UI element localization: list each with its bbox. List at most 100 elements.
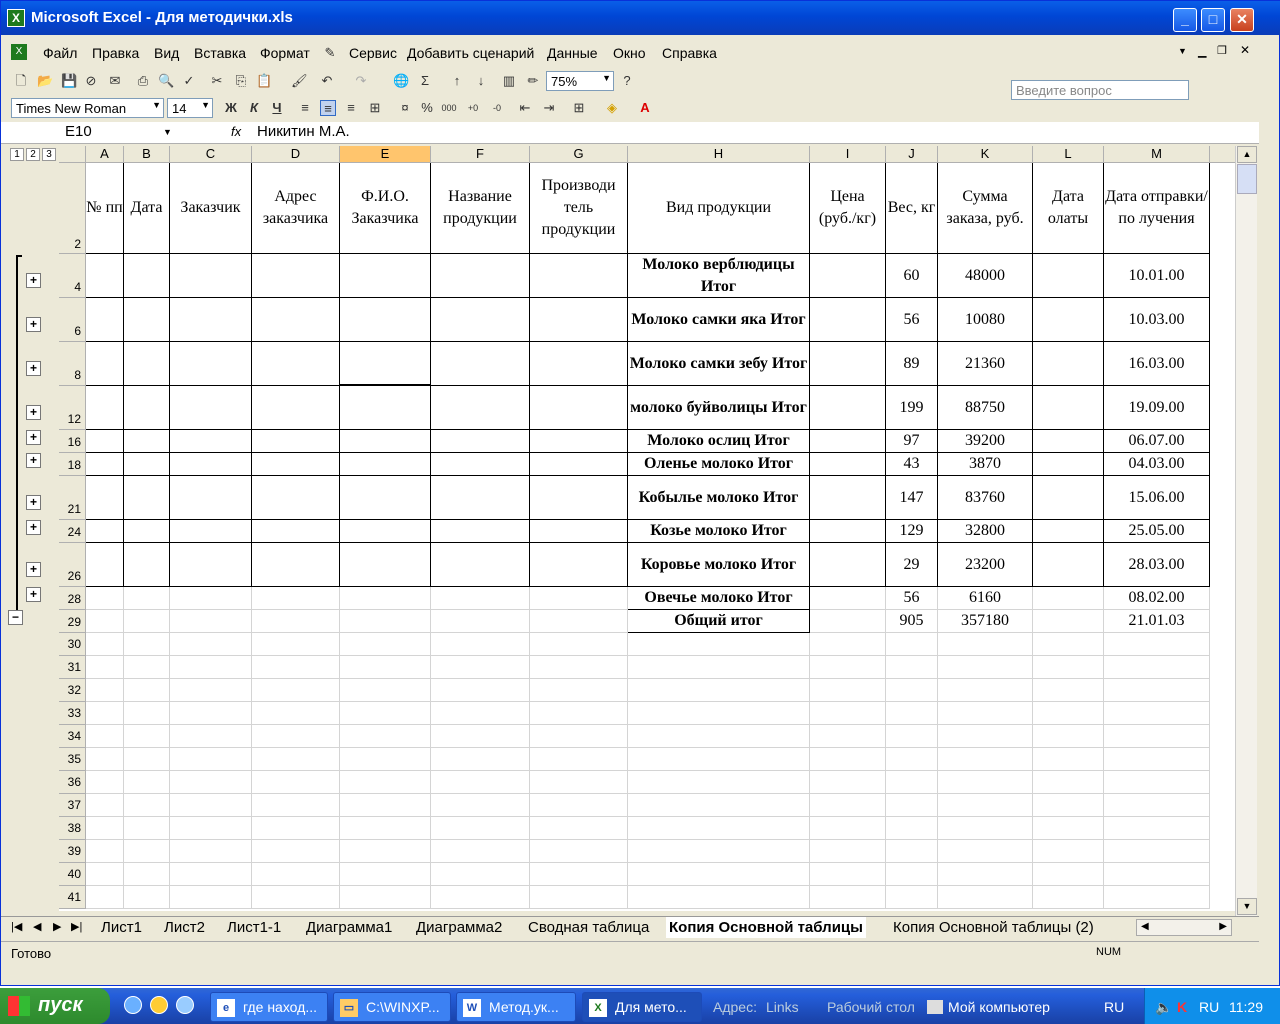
column-header-j[interactable]: J (886, 146, 938, 163)
menu-insert[interactable]: Вставка (194, 45, 246, 61)
cell[interactable] (170, 656, 252, 679)
first-sheet-icon[interactable]: |◀ (11, 920, 22, 933)
cell[interactable] (1033, 840, 1104, 863)
cell-h-6[interactable]: Молоко самки яка Итог (628, 298, 810, 342)
row-header[interactable]: 37 (59, 794, 86, 817)
cell[interactable] (252, 476, 340, 520)
cell[interactable] (124, 476, 170, 520)
cell[interactable] (1033, 587, 1104, 610)
cell[interactable] (340, 702, 431, 725)
name-box[interactable]: E10 (7, 123, 175, 142)
header-cell-k[interactable]: Сумма заказа, руб. (938, 163, 1033, 254)
cell[interactable] (886, 656, 938, 679)
font-size-select[interactable]: 14 ▼ (167, 98, 213, 118)
decrease-decimal-icon[interactable]: -0 (489, 100, 505, 116)
column-header-h[interactable]: H (628, 146, 810, 163)
column-header-i[interactable]: I (810, 146, 886, 163)
cell[interactable] (340, 886, 431, 909)
cell-m-4[interactable]: 10.01.00 (1104, 254, 1210, 298)
cell[interactable] (86, 725, 124, 748)
menu-data[interactable]: Данные (547, 45, 598, 61)
cell-h-18[interactable]: Оленье молоко Итог (628, 453, 810, 476)
align-right-icon[interactable]: ≡ (343, 100, 359, 116)
tab-list2[interactable]: Лист2 (161, 917, 208, 938)
cell[interactable] (86, 610, 124, 633)
formula-input[interactable]: Никитин М.А. (257, 123, 350, 140)
cell[interactable] (340, 771, 431, 794)
cell[interactable] (252, 430, 340, 453)
outline-expand-button[interactable]: + (26, 587, 41, 602)
cell[interactable] (1033, 520, 1104, 543)
cell[interactable] (938, 679, 1033, 702)
outline-level-3-button[interactable]: 3 (42, 148, 56, 161)
cell[interactable] (431, 476, 530, 520)
cell[interactable] (252, 543, 340, 587)
cell[interactable] (810, 430, 886, 453)
tab-main-copy[interactable]: Копия Основной таблицы (666, 917, 866, 938)
fx-icon[interactable]: fx (231, 124, 241, 139)
prev-sheet-icon[interactable]: ◀ (33, 920, 41, 933)
kaspersky-icon[interactable]: K (1177, 999, 1187, 1015)
cell-h-12[interactable]: молоко буйволицы Итог (628, 386, 810, 430)
outline-level-1-button[interactable]: 1 (10, 148, 24, 161)
cell[interactable] (86, 656, 124, 679)
cell[interactable] (340, 587, 431, 610)
outline-expand-button[interactable]: + (26, 562, 41, 577)
cell[interactable] (340, 748, 431, 771)
cell[interactable] (1033, 863, 1104, 886)
opera-quicklaunch-icon[interactable] (150, 996, 168, 1014)
maximize-button[interactable]: □ (1201, 8, 1225, 32)
row-header[interactable]: 18 (59, 453, 86, 476)
row-header[interactable]: 21 (59, 476, 86, 520)
cell[interactable] (628, 725, 810, 748)
cell[interactable] (810, 610, 886, 633)
cell[interactable] (86, 476, 124, 520)
vertical-scrollbar[interactable]: ▲ ▼ (1235, 146, 1257, 916)
cell[interactable] (628, 840, 810, 863)
cell-m-21[interactable]: 15.06.00 (1104, 476, 1210, 520)
outline-expand-button[interactable]: + (26, 273, 41, 288)
cell[interactable] (86, 679, 124, 702)
row-header[interactable]: 36 (59, 771, 86, 794)
row-header[interactable]: 33 (59, 702, 86, 725)
cell-j-8[interactable]: 89 (886, 342, 938, 386)
scroll-up-icon[interactable]: ▲ (1237, 146, 1257, 163)
row-header[interactable]: 4 (59, 254, 86, 298)
outline-expand-button[interactable]: + (26, 430, 41, 445)
cell[interactable] (86, 748, 124, 771)
cell[interactable] (530, 298, 628, 342)
outline-expand-button[interactable]: + (26, 453, 41, 468)
cell[interactable] (124, 702, 170, 725)
cell[interactable] (86, 342, 124, 386)
cut-icon[interactable]: ✂ (209, 73, 225, 89)
cell[interactable] (938, 794, 1033, 817)
cell[interactable] (252, 610, 340, 633)
next-sheet-icon[interactable]: ▶ (53, 920, 61, 933)
cell-m-29[interactable]: 21.01.03 (1104, 610, 1210, 633)
column-header-m[interactable]: M (1104, 146, 1210, 163)
header-cell-f[interactable]: Название продукции (431, 163, 530, 254)
cell[interactable] (252, 520, 340, 543)
font-select[interactable]: Times New Roman ▼ (11, 98, 164, 118)
tab-main-copy-2[interactable]: Копия Основной таблицы (2) (890, 917, 1097, 938)
cell[interactable] (431, 771, 530, 794)
increase-indent-icon[interactable]: ⇥ (541, 100, 557, 116)
header-cell-b[interactable]: Дата (124, 163, 170, 254)
cell[interactable] (1033, 342, 1104, 386)
cell[interactable] (86, 863, 124, 886)
column-header-e[interactable]: E (340, 146, 431, 163)
menu-window[interactable]: Окно (613, 45, 646, 61)
row-header[interactable]: 26 (59, 543, 86, 587)
redo-icon[interactable]: ↷ (353, 73, 369, 89)
cell[interactable] (530, 342, 628, 386)
cell[interactable] (431, 430, 530, 453)
cell[interactable] (431, 863, 530, 886)
menu-add-scenario[interactable]: Добавить сценарий (407, 45, 534, 61)
cell[interactable] (530, 520, 628, 543)
cell[interactable] (252, 656, 340, 679)
cell-k-21[interactable]: 83760 (938, 476, 1033, 520)
ask-dropdown-arrow-icon[interactable]: ▼ (1178, 46, 1187, 56)
cell[interactable] (1033, 748, 1104, 771)
doc-restore-button[interactable]: ❐ (1217, 44, 1227, 57)
cell[interactable] (431, 679, 530, 702)
